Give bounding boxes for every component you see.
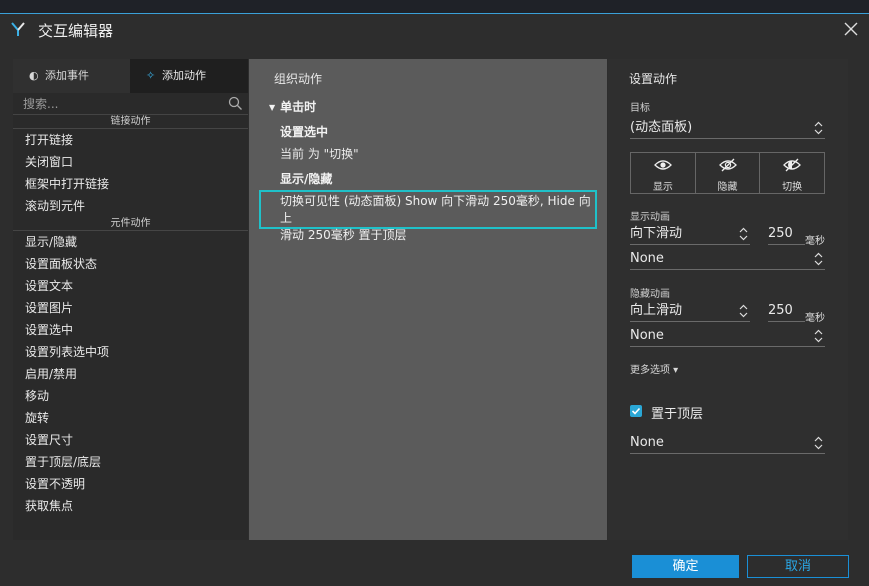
hide-button[interactable]: 隐藏 bbox=[696, 153, 761, 193]
show-animation-label: 显示动画 bbox=[630, 212, 670, 223]
select-arrows-icon bbox=[739, 227, 748, 241]
hide-duration-input[interactable]: 250 bbox=[768, 300, 805, 322]
search-input[interactable] bbox=[23, 95, 223, 113]
list-item-enable-disable[interactable]: 启用/禁用 bbox=[13, 363, 248, 385]
list-item-set-panel-state[interactable]: 设置面板状态 bbox=[13, 253, 248, 275]
cancel-button[interactable]: 取消 bbox=[747, 555, 849, 578]
more-options-toggle[interactable]: 更多选项 ▾ bbox=[630, 361, 678, 376]
select-arrows-icon bbox=[814, 436, 823, 450]
list-item-set-image[interactable]: 设置图片 bbox=[13, 297, 248, 319]
target-select[interactable]: (动态面板) bbox=[630, 117, 825, 139]
action-list: 链接动作 打开链接 关闭窗口 框架中打开链接 滚动到元件 元件动作 显示/隐藏 … bbox=[13, 115, 248, 517]
search-icon[interactable] bbox=[228, 96, 243, 111]
action-title-show-hide[interactable]: 显示/隐藏 bbox=[280, 170, 332, 187]
hide-animation-label: 隐藏动画 bbox=[630, 289, 670, 300]
action-desc-line-2: 滑动 250毫秒 置于顶层 bbox=[280, 228, 407, 242]
action-library-panel: ◐添加事件 ✧添加动作 链接动作 打开链接 关闭窗口 框架中打开链接 滚动到元件… bbox=[13, 59, 248, 540]
show-animation-select[interactable]: 向下滑动 bbox=[630, 223, 750, 245]
list-item-show-hide[interactable]: 显示/隐藏 bbox=[13, 231, 248, 253]
close-icon[interactable] bbox=[842, 20, 860, 38]
visibility-toggle-group: 显示 隐藏 切换 bbox=[630, 152, 825, 194]
layer-option-select[interactable]: None bbox=[630, 432, 825, 454]
hide-animation-select[interactable]: 向上滑动 bbox=[630, 300, 750, 322]
action-title-set-selected[interactable]: 设置选中 bbox=[280, 123, 328, 140]
show-duration-unit: 毫秒 bbox=[805, 236, 825, 247]
list-item-open-link[interactable]: 打开链接 bbox=[13, 129, 248, 151]
select-arrows-icon bbox=[814, 329, 823, 343]
event-icon: ◐ bbox=[29, 69, 39, 82]
selected-action-show-hide[interactable]: 切换可见性 (动态面板) Show 向下滑动 250毫秒, Hide 向上 滑动… bbox=[259, 190, 597, 242]
section-widget-actions: 元件动作 bbox=[13, 217, 248, 231]
toggle-button[interactable]: 切换 bbox=[760, 153, 824, 193]
list-item-set-opacity[interactable]: 设置不透明 bbox=[13, 473, 248, 495]
titlebar: 交互编辑器 bbox=[0, 14, 869, 44]
list-item-set-selected[interactable]: 设置选中 bbox=[13, 319, 248, 341]
eye-icon bbox=[653, 160, 672, 170]
organize-actions-panel: 组织动作 ▼ 单击时 设置选中 当前 为 "切换" 显示/隐藏 切换可见性 (动态… bbox=[249, 59, 607, 540]
target-label: 目标 bbox=[630, 103, 650, 114]
list-item-set-list-selection[interactable]: 设置列表选中项 bbox=[13, 341, 248, 363]
select-arrows-icon bbox=[814, 121, 823, 135]
show-button[interactable]: 显示 bbox=[631, 153, 696, 193]
checkmark-icon bbox=[631, 407, 641, 415]
list-item-move[interactable]: 移动 bbox=[13, 385, 248, 407]
list-item-bring-front-back[interactable]: 置于顶层/底层 bbox=[13, 451, 248, 473]
hide-easing-select[interactable]: None bbox=[630, 325, 825, 347]
list-item-rotate[interactable]: 旋转 bbox=[13, 407, 248, 429]
search-bar bbox=[13, 93, 248, 115]
ok-button[interactable]: 确定 bbox=[632, 555, 739, 578]
hide-duration-unit: 毫秒 bbox=[805, 313, 825, 324]
background-app-strip bbox=[0, 0, 869, 14]
bring-to-front-label[interactable]: 置于顶层 bbox=[651, 403, 703, 422]
show-duration-input[interactable]: 250 bbox=[768, 223, 805, 245]
list-item-close-window[interactable]: 关闭窗口 bbox=[13, 151, 248, 173]
bring-to-front-checkbox[interactable] bbox=[630, 405, 642, 417]
interaction-editor-dialog: 交互编辑器 ◐添加事件 ✧添加动作 链接动作 打开链接 关闭窗口 框架中打开链接 bbox=[0, 14, 869, 586]
select-arrows-icon bbox=[739, 304, 748, 318]
list-item-set-size[interactable]: 设置尺寸 bbox=[13, 429, 248, 451]
library-tabs: ◐ 添加事件 ✧ 添加动作 bbox=[13, 59, 248, 93]
action-desc-set-selected[interactable]: 当前 为 "切换" bbox=[280, 145, 359, 162]
tab-add-action[interactable]: ✧ 添加动作 bbox=[130, 59, 248, 93]
dialog-title: 交互编辑器 bbox=[38, 22, 114, 40]
action-desc-line-1: 切换可见性 (动态面板) Show 向下滑动 250毫秒, Hide 向上 bbox=[280, 194, 591, 225]
collapse-triangle-icon[interactable]: ▼ bbox=[269, 103, 275, 112]
list-item-scroll-to-widget[interactable]: 滚动到元件 bbox=[13, 195, 248, 217]
tab-add-event[interactable]: ◐ 添加事件 bbox=[13, 59, 130, 93]
configure-action-panel: 设置动作 目标 (动态面板) 显示 隐藏 切换 显示动画 向下滑动 250 毫秒… bbox=[608, 59, 848, 540]
list-item-focus[interactable]: 获取焦点 bbox=[13, 495, 248, 517]
panel-header: 设置动作 bbox=[629, 72, 678, 86]
show-easing-select[interactable]: None bbox=[630, 248, 825, 270]
eye-off-icon bbox=[718, 158, 737, 172]
list-item-set-text[interactable]: 设置文本 bbox=[13, 275, 248, 297]
list-item-open-in-frame[interactable]: 框架中打开链接 bbox=[13, 173, 248, 195]
eye-toggle-icon bbox=[783, 158, 802, 172]
event-on-click[interactable]: ▼ 单击时 bbox=[269, 98, 316, 115]
panel-header: 组织动作 bbox=[274, 72, 323, 86]
section-link-actions: 链接动作 bbox=[13, 115, 248, 129]
sparkle-icon: ✧ bbox=[146, 69, 156, 82]
select-arrows-icon bbox=[814, 252, 823, 266]
axure-logo-icon bbox=[11, 22, 25, 36]
